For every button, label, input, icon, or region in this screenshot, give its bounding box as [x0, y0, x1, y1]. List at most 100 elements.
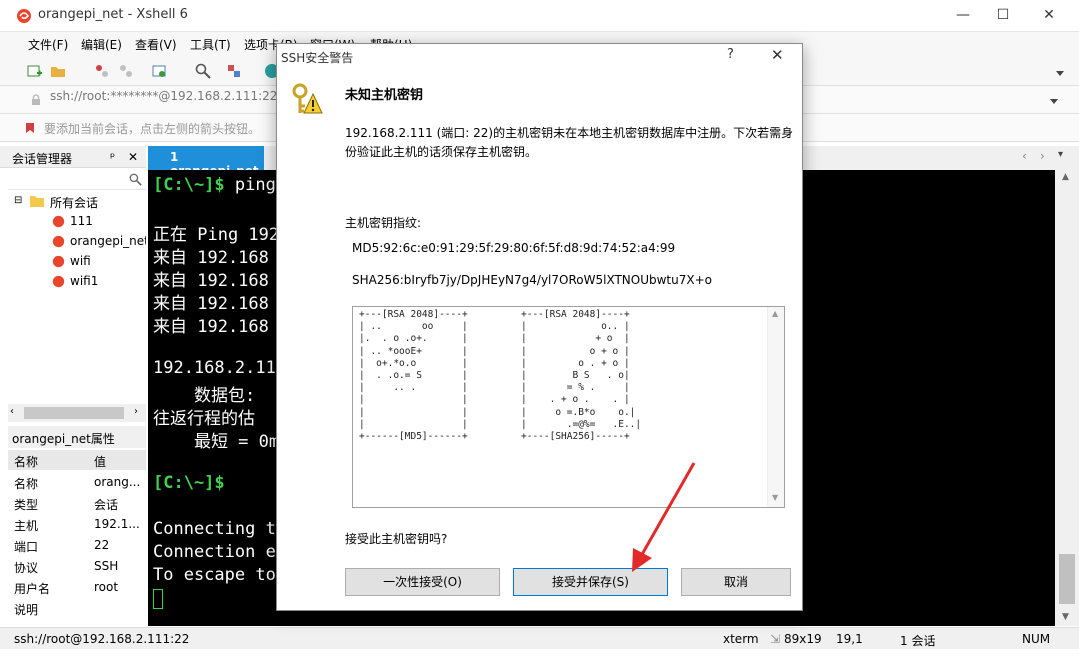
scroll-up-icon[interactable]: ▲	[1062, 172, 1069, 182]
properties-title: orangepi_net属性	[12, 432, 115, 446]
xshell-logo-icon	[17, 9, 31, 23]
terminal-line: 来自 192.168	[153, 294, 269, 314]
settings-icon[interactable]	[151, 63, 167, 79]
terminal-scrollbar[interactable]: ▲ ▼	[1055, 170, 1079, 626]
property-row: 协议 SSH	[8, 556, 146, 577]
dialog-heading: 未知主机密钥	[345, 88, 424, 103]
tab-scroll-right-icon[interactable]: ›	[1040, 149, 1045, 163]
tab-scroll-left-icon[interactable]: ‹	[1022, 149, 1027, 163]
session-tree: ⊟ 所有会话 111 orangepi_net wifi wifi1	[8, 192, 146, 402]
terminal-line: 192.168.2.111	[153, 358, 287, 378]
status-term: xterm	[723, 632, 759, 646]
session-item-wifi[interactable]: wifi	[70, 254, 91, 268]
tab-orangepi-net[interactable]: 1 orangepi_net	[148, 146, 264, 178]
status-position: 19,1	[836, 632, 863, 646]
menu-edit[interactable]: 编辑(E)	[81, 36, 122, 53]
open-folder-icon[interactable]	[50, 63, 66, 79]
tree-horizontal-scrollbar[interactable]: ‹ ›	[8, 404, 146, 422]
scroll-right-icon[interactable]: ›	[134, 406, 138, 417]
address-input[interactable]: ssh://root:********@192.168.2.111:22	[50, 89, 277, 103]
scroll-down-icon[interactable]: ▼	[1062, 612, 1069, 622]
session-icon	[52, 275, 65, 288]
property-row: 端口 22	[8, 535, 146, 556]
title-bar: orangepi_net - Xshell 6 — ☐ ✕	[0, 0, 1079, 32]
property-row: 类型 会话	[8, 493, 146, 514]
accept-once-button[interactable]: 一次性接受(O)	[345, 568, 500, 596]
session-icon	[52, 255, 65, 268]
terminal-line: To escape to	[153, 565, 276, 585]
search-icon[interactable]	[129, 173, 142, 186]
status-sessions: 1 会话	[900, 634, 936, 648]
terminal-line: Connection es	[153, 542, 287, 562]
prop-key: 端口	[14, 540, 39, 554]
terminal-line: 正在 Ping 192	[153, 225, 280, 245]
menu-view[interactable]: 查看(V)	[135, 36, 177, 53]
search-icon[interactable]	[195, 63, 211, 79]
connect-icon[interactable]	[94, 63, 110, 79]
terminal-cursor	[153, 589, 163, 609]
randomart-box: +---[RSA 2048]----+ | .. oo | |. . o .o+…	[352, 306, 785, 508]
ssh-security-dialog: SSH安全警告 ? ✕ 未知主机密钥 192.168.2.111 (端口: 22…	[276, 43, 803, 611]
layout-icon[interactable]	[226, 63, 242, 79]
help-button[interactable]: ?	[727, 47, 734, 62]
terminal-line: 最短 = 0m	[153, 432, 280, 452]
cancel-button[interactable]: 取消	[681, 568, 791, 596]
close-button[interactable]: ✕	[1026, 0, 1072, 30]
pane-close-icon[interactable]: ✕	[128, 150, 138, 164]
fingerprint-label: 主机密钥指纹:	[345, 216, 422, 230]
session-search-box[interactable]	[8, 170, 146, 190]
prop-key: 用户名	[14, 582, 51, 596]
status-num: NUM	[1022, 632, 1051, 646]
property-row: 用户名 root	[8, 577, 146, 598]
prop-value: 22	[94, 538, 110, 552]
scroll-thumb[interactable]	[24, 407, 124, 419]
dialog-title: SSH安全警告	[281, 51, 354, 65]
menu-tools[interactable]: 工具(T)	[190, 36, 231, 53]
col-name: 名称	[14, 455, 39, 469]
accept-and-save-button[interactable]: 接受并保存(S)	[513, 568, 668, 596]
terminal-prompt: [C:\~]$	[153, 473, 225, 493]
session-icon	[52, 215, 65, 228]
session-item-111[interactable]: 111	[70, 214, 93, 228]
scroll-left-icon[interactable]: ‹	[10, 406, 14, 417]
sha256-randomart: +---[RSA 2048]----+ | o.. | | + o | | o …	[521, 309, 642, 443]
tree-root-all-sessions[interactable]: 所有会话	[50, 194, 98, 211]
lock-icon	[32, 94, 40, 105]
status-size: 89x19	[784, 632, 822, 646]
scroll-down-icon[interactable]: ▼	[772, 493, 778, 502]
pin-icon[interactable]: ᵖ	[110, 150, 115, 164]
menu-file[interactable]: 文件(F)	[28, 36, 68, 53]
scroll-up-icon[interactable]: ▲	[772, 309, 778, 318]
disconnect-icon[interactable]	[118, 63, 134, 79]
window-title: orangepi_net - Xshell 6	[38, 7, 188, 22]
tree-collapse-icon[interactable]: ⊟	[14, 195, 22, 206]
bookmark-arrow-icon[interactable]	[24, 122, 36, 134]
col-value: 值	[94, 455, 107, 469]
dialog-close-button[interactable]: ✕	[771, 46, 784, 64]
property-row: 主机 192.1...	[8, 514, 146, 535]
key-warning-icon	[292, 83, 323, 114]
new-session-icon[interactable]	[26, 63, 42, 79]
dialog-message: 192.168.2.111 (端口: 22)的主机密钥未在本地主机密钥数据库中注…	[345, 126, 794, 159]
md5-fingerprint: MD5:92:6c:e0:91:29:5f:29:80:6f:5f:d8:9d:…	[352, 241, 676, 255]
folder-icon	[30, 196, 44, 207]
toolbar-menu-down-icon[interactable]	[1055, 68, 1065, 78]
session-manager-header: 会话管理器 ᵖ ✕	[0, 146, 146, 168]
address-dropdown-icon[interactable]	[1049, 96, 1059, 106]
scroll-thumb[interactable]	[1059, 554, 1075, 604]
tab-list-dropdown-icon[interactable]: ▾	[1058, 149, 1063, 160]
session-item-orangepi-net[interactable]: orangepi_net	[70, 234, 146, 248]
terminal-line: 数据包:	[153, 386, 256, 406]
maximize-button[interactable]: ☐	[980, 0, 1026, 30]
terminal-line: 来自 192.168	[153, 317, 269, 337]
prop-key: 类型	[14, 498, 39, 512]
terminal-line: 来自 192.168	[153, 248, 269, 268]
prop-value: 会话	[94, 498, 119, 512]
randomart-scrollbar[interactable]: ▲ ▼	[767, 307, 784, 507]
dialog-title-bar: SSH安全警告 ? ✕	[277, 44, 802, 70]
session-icon	[52, 235, 65, 248]
properties-column-header: 名称 值	[8, 450, 146, 470]
session-item-wifi1[interactable]: wifi1	[70, 274, 98, 288]
hint-text: 要添加当前会话，点击左侧的箭头按钮。	[44, 122, 261, 136]
prop-key: 说明	[14, 603, 39, 617]
